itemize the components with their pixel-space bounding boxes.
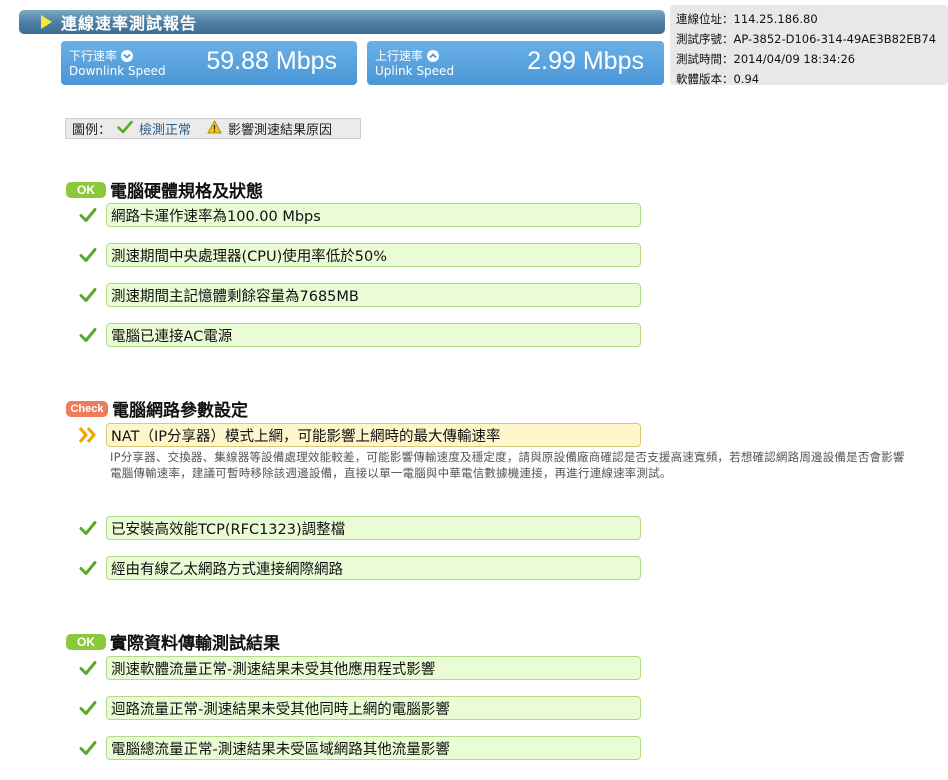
- item-text: 測速期間中央處理器(CPU)使用率低於50%: [106, 243, 641, 267]
- check-icon: [78, 518, 98, 538]
- downlink-value: 59.88 Mbps: [206, 47, 337, 75]
- check-icon: [78, 245, 98, 265]
- legend-ok-label: 檢測正常: [139, 123, 192, 138]
- legend-prefix: 圖例：: [72, 123, 112, 138]
- check-icon: [78, 558, 98, 578]
- item-text: 電腦總流量正常-測速結果未受區域網路其他流量影響: [106, 736, 641, 760]
- check-icon: [78, 658, 98, 678]
- test-time: 測試時間：2014/04/09 18:34:26: [676, 52, 856, 66]
- list-item: 電腦總流量正常-測速結果未受區域網路其他流量影響: [78, 736, 641, 760]
- section-title: 電腦硬體規格及狀態: [110, 182, 263, 202]
- uplink-value: 2.99 Mbps: [527, 47, 644, 75]
- downlink-label-en: Downlink Speed: [69, 64, 166, 78]
- connection-ip: 連線位址：114.25.186.80: [676, 12, 818, 26]
- list-item: 經由有線乙太網路方式連接網際網路: [78, 556, 641, 580]
- list-item: 測速期間中央處理器(CPU)使用率低於50%: [78, 243, 641, 267]
- item-text: 迴路流量正常-測速結果未受其他同時上網的電腦影響: [106, 696, 641, 720]
- downlink-label: 下行速率: [69, 49, 118, 63]
- test-serial: 測試序號：AP-3852-D106-314-49AE3B82EB74: [676, 32, 937, 46]
- list-item: 測速期間主記憶體剩餘容量為7685MB: [78, 283, 641, 307]
- play-triangle-icon: [41, 15, 52, 29]
- item-text: 測速期間主記憶體剩餘容量為7685MB: [106, 283, 641, 307]
- downlink-speed-box: 下行速率 Downlink Speed 59.88 Mbps: [61, 41, 357, 85]
- page-title: 連線速率測試報告: [61, 14, 198, 33]
- legend-warn-label: 影響測速結果原因: [228, 123, 333, 138]
- report-title-bar: 連線速率測試報告: [19, 10, 665, 34]
- list-item: 網路卡運作速率為100.00 Mbps: [78, 203, 641, 227]
- uplink-label-en: Uplink Speed: [375, 64, 455, 78]
- double-chevron-right-icon: [78, 425, 98, 445]
- chevron-down-icon: [121, 49, 134, 62]
- list-item: 迴路流量正常-測速結果未受其他同時上網的電腦影響: [78, 696, 641, 720]
- check-icon: [78, 285, 98, 305]
- section-hardware-header: OK 電腦硬體規格及狀態: [66, 177, 263, 202]
- software-version: 軟體版本：0.94: [676, 72, 760, 86]
- list-item: 已安裝高效能TCP(RFC1323)調整檔: [78, 516, 641, 540]
- check-icon: [78, 698, 98, 718]
- list-item: 電腦已連接AC電源: [78, 323, 641, 347]
- check-icon: [78, 325, 98, 345]
- warning-icon: [207, 119, 222, 138]
- ok-badge: OK: [66, 633, 106, 650]
- list-item-warning: NAT（IP分享器）模式上網，可能影響上網時的最大傳輸速率: [78, 423, 641, 447]
- check-icon: [78, 738, 98, 758]
- check-badge: Check: [66, 400, 108, 417]
- uplink-speed-box: 上行速率 Uplink Speed 2.99 Mbps: [367, 41, 664, 85]
- item-text: 經由有線乙太網路方式連接網際網路: [106, 556, 641, 580]
- check-icon: [117, 120, 133, 138]
- item-text: 網路卡運作速率為100.00 Mbps: [106, 203, 641, 227]
- item-text: NAT（IP分享器）模式上網，可能影響上網時的最大傳輸速率: [106, 423, 641, 447]
- item-text: 測速軟體流量正常-測速結果未受其他應用程式影響: [106, 656, 641, 680]
- legend: 圖例： 檢測正常 影響測速結果原因: [65, 118, 361, 139]
- test-info-panel: 連線位址：114.25.186.80 測試序號：AP-3852-D106-314…: [670, 5, 948, 86]
- list-item: 測速軟體流量正常-測速結果未受其他應用程式影響: [78, 656, 641, 680]
- section-title: 電腦網路參數設定: [112, 401, 248, 421]
- warning-note: IP分享器、交換器、集線器等設備處理效能較差，可能影響傳輸速度及穩定度，請與原設…: [110, 450, 905, 480]
- check-icon: [78, 205, 98, 225]
- section-network-header: Check 電腦網路參數設定: [66, 396, 248, 421]
- item-text: 已安裝高效能TCP(RFC1323)調整檔: [106, 516, 641, 540]
- uplink-label: 上行速率: [375, 49, 424, 63]
- item-text: 電腦已連接AC電源: [106, 323, 641, 347]
- section-title: 實際資料傳輸測試結果: [110, 634, 280, 654]
- chevron-up-icon: [427, 49, 440, 62]
- section-transfer-header: OK 實際資料傳輸測試結果: [66, 629, 280, 654]
- ok-badge: OK: [66, 181, 106, 198]
